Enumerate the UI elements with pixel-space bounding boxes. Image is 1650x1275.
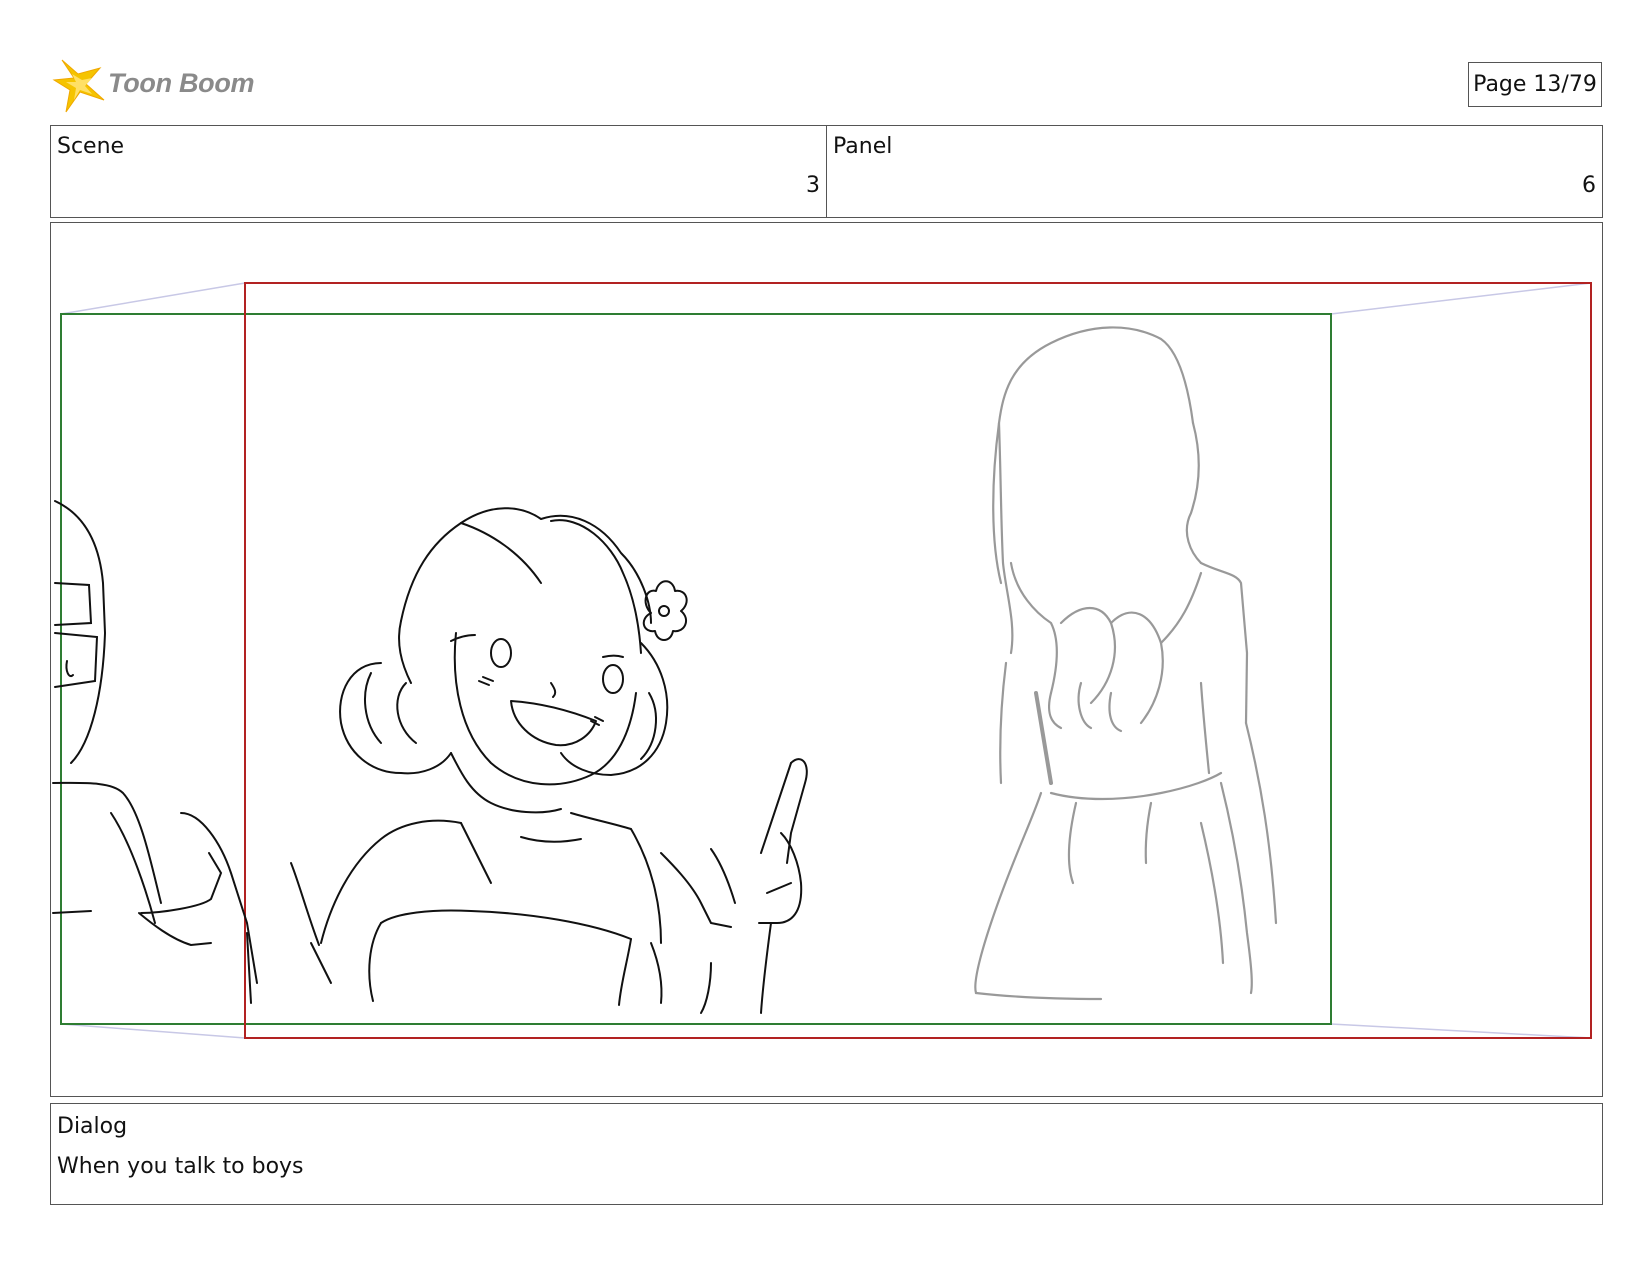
- sketch-left-character: [52, 500, 258, 1004]
- dialog-box: Dialog When you talk to boys: [50, 1103, 1603, 1205]
- dialog-label: Dialog: [57, 1114, 128, 1139]
- panel-value: 6: [1582, 173, 1596, 198]
- sketch-background-character: [974, 326, 1278, 1001]
- camera-frame-start: [60, 313, 1332, 1025]
- page-indicator: Page 13/79: [1468, 62, 1602, 107]
- scene-value: 3: [806, 173, 820, 198]
- scene-panel-row: Scene 3 Panel 6: [50, 125, 1603, 218]
- logo-star-icon: [52, 59, 105, 113]
- storyboard-sketch: [52, 282, 1592, 1039]
- toon-boom-logo: Toon Boom: [52, 58, 262, 114]
- panel-cell: Panel 6: [826, 126, 1602, 217]
- logo-text: Toon Boom: [108, 68, 255, 98]
- scene-label: Scene: [57, 134, 125, 159]
- panel-label: Panel: [833, 134, 893, 159]
- dialog-text: When you talk to boys: [57, 1154, 304, 1179]
- scene-cell: Scene 3: [51, 126, 826, 217]
- camera-connector-lines: [60, 282, 1592, 1039]
- storyboard-panel: [50, 222, 1603, 1097]
- sketch-main-character: [290, 507, 808, 1014]
- camera-frame-end: [244, 282, 1592, 1039]
